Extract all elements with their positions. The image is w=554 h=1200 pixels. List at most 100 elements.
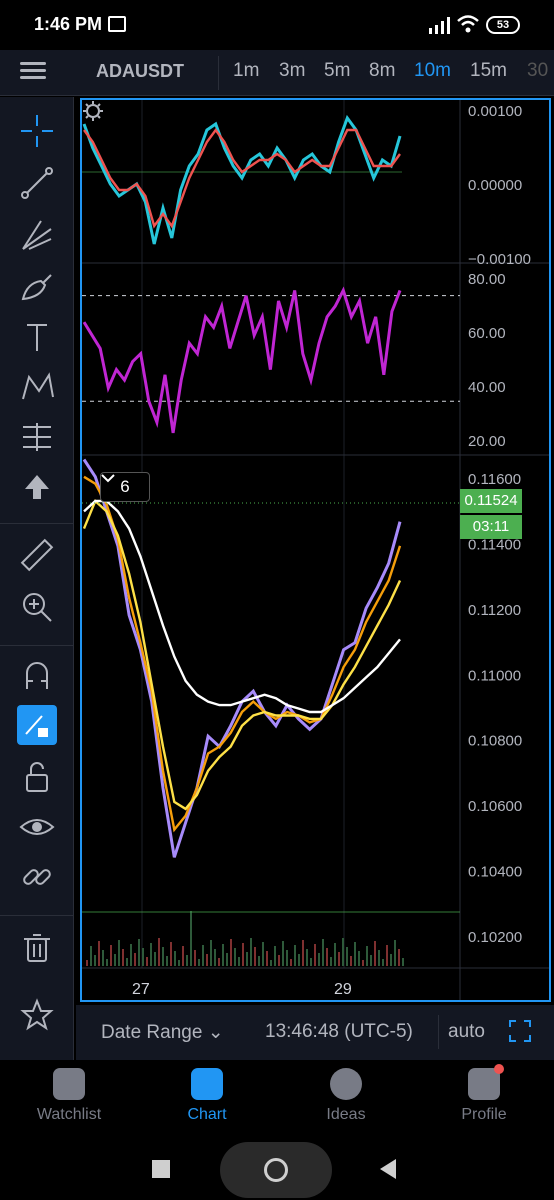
- toolbar-divider: [218, 56, 219, 90]
- volume-bar: [326, 948, 328, 966]
- time-tick-label: 29: [334, 981, 352, 998]
- volume-bar: [150, 943, 152, 966]
- volume-bar: [374, 941, 376, 966]
- interval-button[interactable]: 8m: [369, 60, 395, 82]
- fib-icon[interactable]: [17, 417, 57, 457]
- link-icon[interactable]: [17, 857, 57, 897]
- volume-bar: [250, 938, 252, 966]
- volume-bar: [194, 950, 196, 966]
- symbol-name[interactable]: ADAUSDT: [96, 61, 184, 82]
- volume-bar: [134, 953, 136, 966]
- nav-watchlist[interactable]: Watchlist: [9, 1068, 129, 1124]
- unlock-icon[interactable]: [17, 757, 57, 797]
- pitchfork-icon[interactable]: [17, 215, 57, 255]
- status-bar: 1:46 PM 53: [0, 0, 554, 50]
- volume-bar: [178, 960, 180, 966]
- eye-icon[interactable]: [17, 807, 57, 847]
- text-icon[interactable]: [17, 317, 57, 357]
- brush-icon[interactable]: [17, 267, 57, 307]
- volume-bar: [306, 949, 308, 966]
- volume-bar: [174, 951, 176, 966]
- volume-bar: [354, 942, 356, 966]
- volume-bar: [90, 946, 92, 966]
- volume-bar: [238, 957, 240, 966]
- crosshair-icon[interactable]: [17, 111, 57, 151]
- time-tick-label: 27: [132, 981, 150, 998]
- arrow-up-icon[interactable]: [17, 467, 57, 507]
- series-line: [82, 286, 402, 434]
- menu-button[interactable]: [20, 58, 54, 88]
- volume-bar: [366, 946, 368, 966]
- volume-bar: [214, 949, 216, 966]
- volume-bar: [166, 956, 168, 966]
- notification-dot: [494, 1064, 504, 1074]
- chart-area[interactable]: 0.00100 0.00000 −0.00100 80.00 60.00 40.00 20.…: [80, 98, 551, 1002]
- volume-bar: [138, 939, 140, 966]
- volume-bar: [210, 940, 212, 966]
- price-tick-label: 0.10600: [468, 798, 522, 815]
- interval-button[interactable]: 30: [527, 60, 548, 82]
- volume-bar: [114, 954, 116, 966]
- chart-icon: [191, 1068, 223, 1100]
- volume-bar: [390, 954, 392, 966]
- nav-label: Profile: [461, 1106, 507, 1123]
- stop-button[interactable]: [152, 1160, 170, 1178]
- price-tick-label: 60.00: [468, 325, 506, 342]
- pattern-icon[interactable]: [17, 367, 57, 407]
- date-range-button[interactable]: Date Range ⌄: [101, 1021, 224, 1044]
- volume-bar: [130, 944, 132, 966]
- volume-bar: [230, 939, 232, 966]
- ruler-icon[interactable]: [17, 535, 57, 575]
- interval-button[interactable]: 3m: [279, 60, 305, 82]
- alert-badge[interactable]: 6: [100, 472, 150, 502]
- trash-icon[interactable]: [17, 927, 57, 967]
- interval-button[interactable]: 5m: [324, 60, 350, 82]
- volume-bar: [386, 945, 388, 966]
- volume-bar: [294, 945, 296, 966]
- volume-bar: [106, 959, 108, 966]
- nav-profile[interactable]: Profile: [424, 1064, 544, 1124]
- volume-bar: [362, 960, 364, 966]
- interval-button[interactable]: 15m: [470, 60, 507, 82]
- volume-bar: [258, 956, 260, 966]
- trend-line-icon[interactable]: [17, 163, 57, 203]
- volume-bar: [262, 942, 264, 966]
- volume-bar: [154, 952, 156, 966]
- volume-bar: [110, 945, 112, 966]
- volume-bar: [86, 960, 88, 966]
- nav-ideas[interactable]: Ideas: [286, 1068, 406, 1124]
- star-icon[interactable]: [17, 995, 57, 1035]
- volume-bar: [274, 946, 276, 966]
- gear-icon[interactable]: [82, 100, 104, 122]
- home-icon: [264, 1158, 288, 1182]
- nav-chart[interactable]: Chart: [147, 1068, 267, 1124]
- bottom-divider: [438, 1015, 439, 1049]
- nav-label: Ideas: [326, 1106, 366, 1123]
- volume-bar: [226, 953, 228, 966]
- volume-bar: [234, 948, 236, 966]
- home-button[interactable]: [220, 1142, 332, 1198]
- volume-bar: [270, 960, 272, 966]
- auto-scale-button[interactable]: auto: [448, 1021, 485, 1043]
- lock-drawing-icon[interactable]: [17, 705, 57, 745]
- sidebar-divider: [0, 915, 74, 916]
- volume-bar: [342, 938, 344, 966]
- volume-bar: [322, 939, 324, 966]
- interval-button-active[interactable]: 10m: [414, 60, 451, 82]
- chevron-down-icon: ⌄: [207, 1022, 224, 1043]
- volume-bar: [378, 950, 380, 966]
- status-time: 1:46 PM: [34, 14, 103, 34]
- volume-bar: [142, 948, 144, 966]
- series-line: [82, 114, 402, 245]
- alert-count: 6: [120, 477, 130, 496]
- volume-bar: [298, 954, 300, 966]
- zoom-in-icon[interactable]: [17, 587, 57, 627]
- magnet-icon[interactable]: [17, 655, 57, 695]
- ideas-icon: [330, 1068, 362, 1100]
- chart-canvas[interactable]: 0.00100 0.00000 −0.00100 80.00 60.00 40.00 20.…: [82, 100, 549, 1000]
- back-button[interactable]: [380, 1159, 396, 1179]
- time-zone-clock[interactable]: 13:46:48 (UTC-5): [265, 1021, 413, 1043]
- series-line: [83, 475, 402, 833]
- fullscreen-icon[interactable]: [508, 1019, 532, 1043]
- interval-button[interactable]: 1m: [233, 60, 259, 82]
